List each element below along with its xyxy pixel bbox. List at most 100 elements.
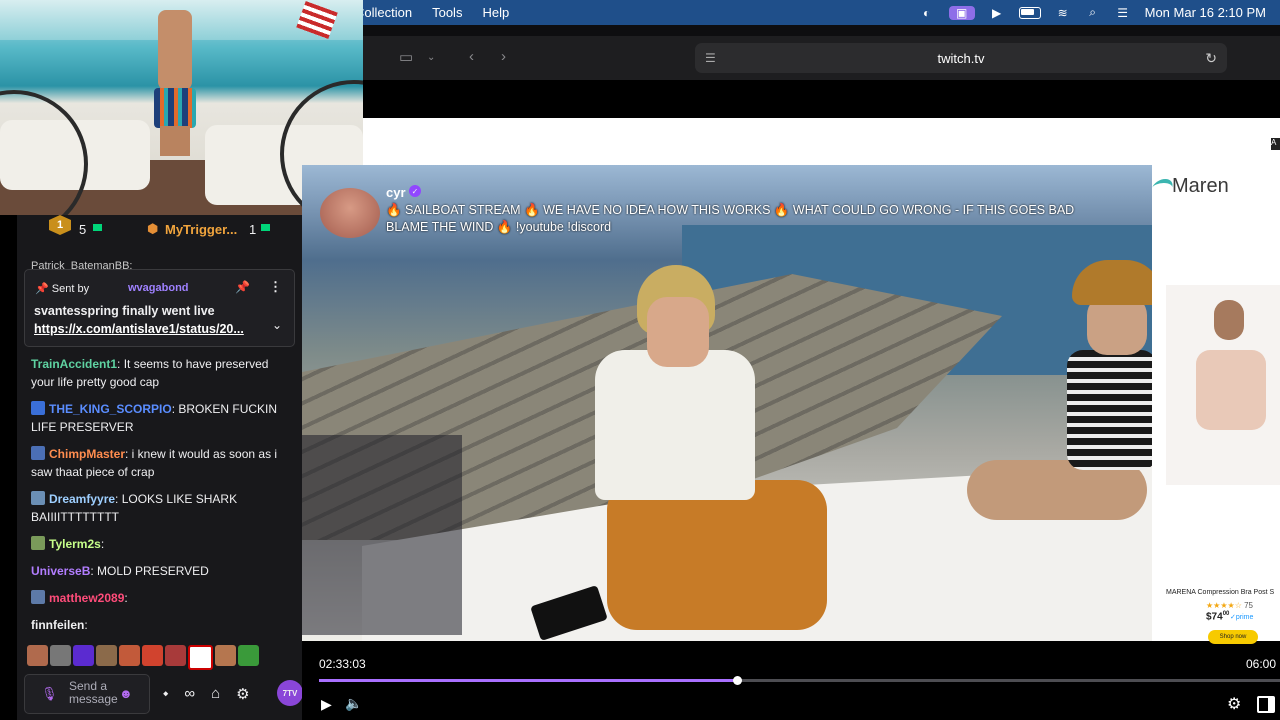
webcam-person (150, 0, 200, 156)
sidebar-toggle-icon[interactable] (1257, 696, 1275, 713)
product-garment (1196, 350, 1266, 430)
settings-gear-icon[interactable]: ⚙ (236, 685, 249, 703)
emote[interactable] (119, 645, 140, 666)
infinity-icon[interactable]: ∞ (184, 685, 195, 703)
chat-message: THE_KING_SCORPIO: BROKEN FUCKIN LIFE PRE… (31, 400, 293, 436)
chat-username[interactable]: finnfeilen (31, 618, 84, 632)
prime-badge: ✓prime (1230, 614, 1254, 621)
address-bar[interactable]: ☰ twitch.tv ↻ (695, 43, 1227, 73)
person-shirt (595, 350, 755, 500)
chat-badge-icon (31, 446, 45, 460)
emote-picker-icon[interactable]: ☻ (119, 686, 133, 701)
current-time: 02:33:03 (319, 657, 366, 671)
play-circle-icon[interactable]: ▶ (989, 6, 1005, 20)
video-person-left (567, 265, 827, 630)
player-settings-icon[interactable]: ⚙ (1227, 694, 1241, 714)
chat-input-placeholder: Send a message (69, 679, 118, 706)
emote[interactable] (96, 645, 117, 666)
emote[interactable] (73, 645, 94, 666)
volume-icon[interactable]: 🔈 (345, 695, 362, 712)
chat-text: : (84, 618, 88, 632)
pin-sent-by-label: 📌 Sent by (35, 283, 90, 295)
chat-text: : (100, 537, 105, 551)
microphone-icon[interactable]: 🎙 (41, 686, 58, 702)
emote[interactable] (142, 645, 163, 666)
product-image[interactable] (1166, 285, 1280, 485)
pinned-message[interactable]: 📌 Sent by wvagabond 📌 ⋮ svantesspring fi… (24, 269, 295, 347)
reload-icon[interactable]: ↻ (1205, 50, 1217, 67)
person-shorts (154, 88, 196, 128)
expand-chevron-icon[interactable]: ⌄ (272, 318, 282, 332)
product-name[interactable]: MARENA Compression Bra Post S (1166, 589, 1274, 596)
back-arrow-icon[interactable]: ‹ (469, 48, 474, 65)
emote[interactable] (188, 645, 213, 670)
menu-collection[interactable]: Collection (355, 5, 412, 20)
person-face (647, 297, 709, 367)
play-icon[interactable]: ▶ (321, 696, 332, 713)
chat-input[interactable]: 🎙 Send a message ☻ (24, 674, 150, 714)
chat-text: : (124, 591, 128, 605)
hype-right-count: 1 (249, 222, 257, 237)
rank-badge-icon: 1 (49, 215, 71, 235)
chat-message: Dreamfyyre: LOOKS LIKE SHARK BAIIIITTTTT… (31, 490, 293, 526)
more-options-icon[interactable]: ⋮ (269, 279, 282, 295)
shop-now-button[interactable]: Shop now (1208, 630, 1258, 644)
focus-icon[interactable]: ◐ (919, 6, 935, 20)
pin-sender-name[interactable]: wvagabond (128, 282, 189, 294)
streamer-name[interactable]: cyr (386, 185, 406, 200)
menu-help[interactable]: Help (482, 5, 509, 20)
hexagon-icon: ⬢ (147, 221, 159, 236)
gift-sub-icon (93, 224, 102, 231)
chat-left-gutter (0, 215, 17, 720)
hype-top-user[interactable]: MyTrigger... (165, 222, 237, 237)
chat-username[interactable]: THE_KING_SCORPIO (49, 402, 172, 416)
menubar-clock[interactable]: Mon Mar 16 2:10 PM (1145, 5, 1266, 20)
chat-username[interactable]: matthew2089 (49, 591, 124, 605)
chat-message: matthew2089: (31, 589, 293, 607)
chat-tools: ⬩ ∞ ⌂ ⚙ (163, 685, 250, 703)
chat-badge-icon (31, 536, 45, 550)
chat-username[interactable]: ChimpMaster (49, 447, 125, 461)
hype-train-bar: 1 5 ⬢ MyTrigger... 1 (17, 215, 302, 245)
page-menu-icon[interactable]: ☰ (705, 51, 716, 65)
bits-icon[interactable]: ⬩ (163, 685, 168, 703)
sidebar-toggle-icon[interactable]: ▭ (399, 48, 413, 66)
chat-message: TrainAccident1: It seems to have preserv… (31, 355, 293, 391)
ad-choices-icon[interactable]: A (1271, 138, 1280, 150)
ad-sidebar[interactable]: Maren MARENA Compression Bra Post S ★★★★… (1148, 165, 1280, 644)
chat-panel: 1 5 ⬢ MyTrigger... 1 Patrick_BatemanBB: … (17, 215, 303, 720)
chat-username[interactable]: TrainAccident1 (31, 357, 117, 371)
forward-arrow-icon[interactable]: › (501, 48, 506, 65)
store-icon[interactable]: ⌂ (211, 685, 220, 703)
chat-badge-icon (31, 590, 45, 604)
streamer-avatar[interactable] (320, 188, 380, 238)
chat-username[interactable]: UniverseB (31, 564, 90, 578)
emote[interactable] (165, 645, 186, 666)
chevron-down-icon[interactable]: ⌄ (427, 52, 435, 63)
battery-icon[interactable] (1018, 6, 1041, 19)
hype-left-count: 5 (79, 222, 87, 237)
pin-icon[interactable]: 📌 (235, 280, 250, 294)
pin-message-text: svantesspring finally went live (34, 304, 215, 318)
seek-handle[interactable] (733, 676, 742, 685)
page-header-strip (363, 80, 1280, 118)
spotlight-search-icon[interactable]: ⌕ (1085, 5, 1101, 20)
pin-message-link[interactable]: https://x.com/antislave1/status/20... (34, 322, 244, 336)
seventv-button[interactable]: 7TV (277, 680, 303, 706)
wifi-icon[interactable]: ≋ (1055, 6, 1071, 20)
emote[interactable] (215, 645, 236, 666)
person-pants (607, 480, 827, 630)
chat-username[interactable]: Dreamfyyre (49, 492, 115, 506)
ad-banner-area (363, 118, 1280, 165)
end-time: 06:00 (1246, 657, 1277, 671)
emote[interactable] (27, 645, 48, 666)
chat-badge-icon (31, 491, 45, 505)
chat-message: Tylerm2s: (31, 535, 293, 553)
seek-bar[interactable] (319, 676, 1280, 685)
emote[interactable] (238, 645, 259, 666)
screen-record-icon[interactable]: ▣ (948, 5, 975, 20)
control-center-icon[interactable]: ☰ (1115, 6, 1131, 20)
emote[interactable] (50, 645, 71, 666)
chat-username[interactable]: Tylerm2s (49, 537, 101, 551)
menu-tools[interactable]: Tools (432, 5, 462, 20)
